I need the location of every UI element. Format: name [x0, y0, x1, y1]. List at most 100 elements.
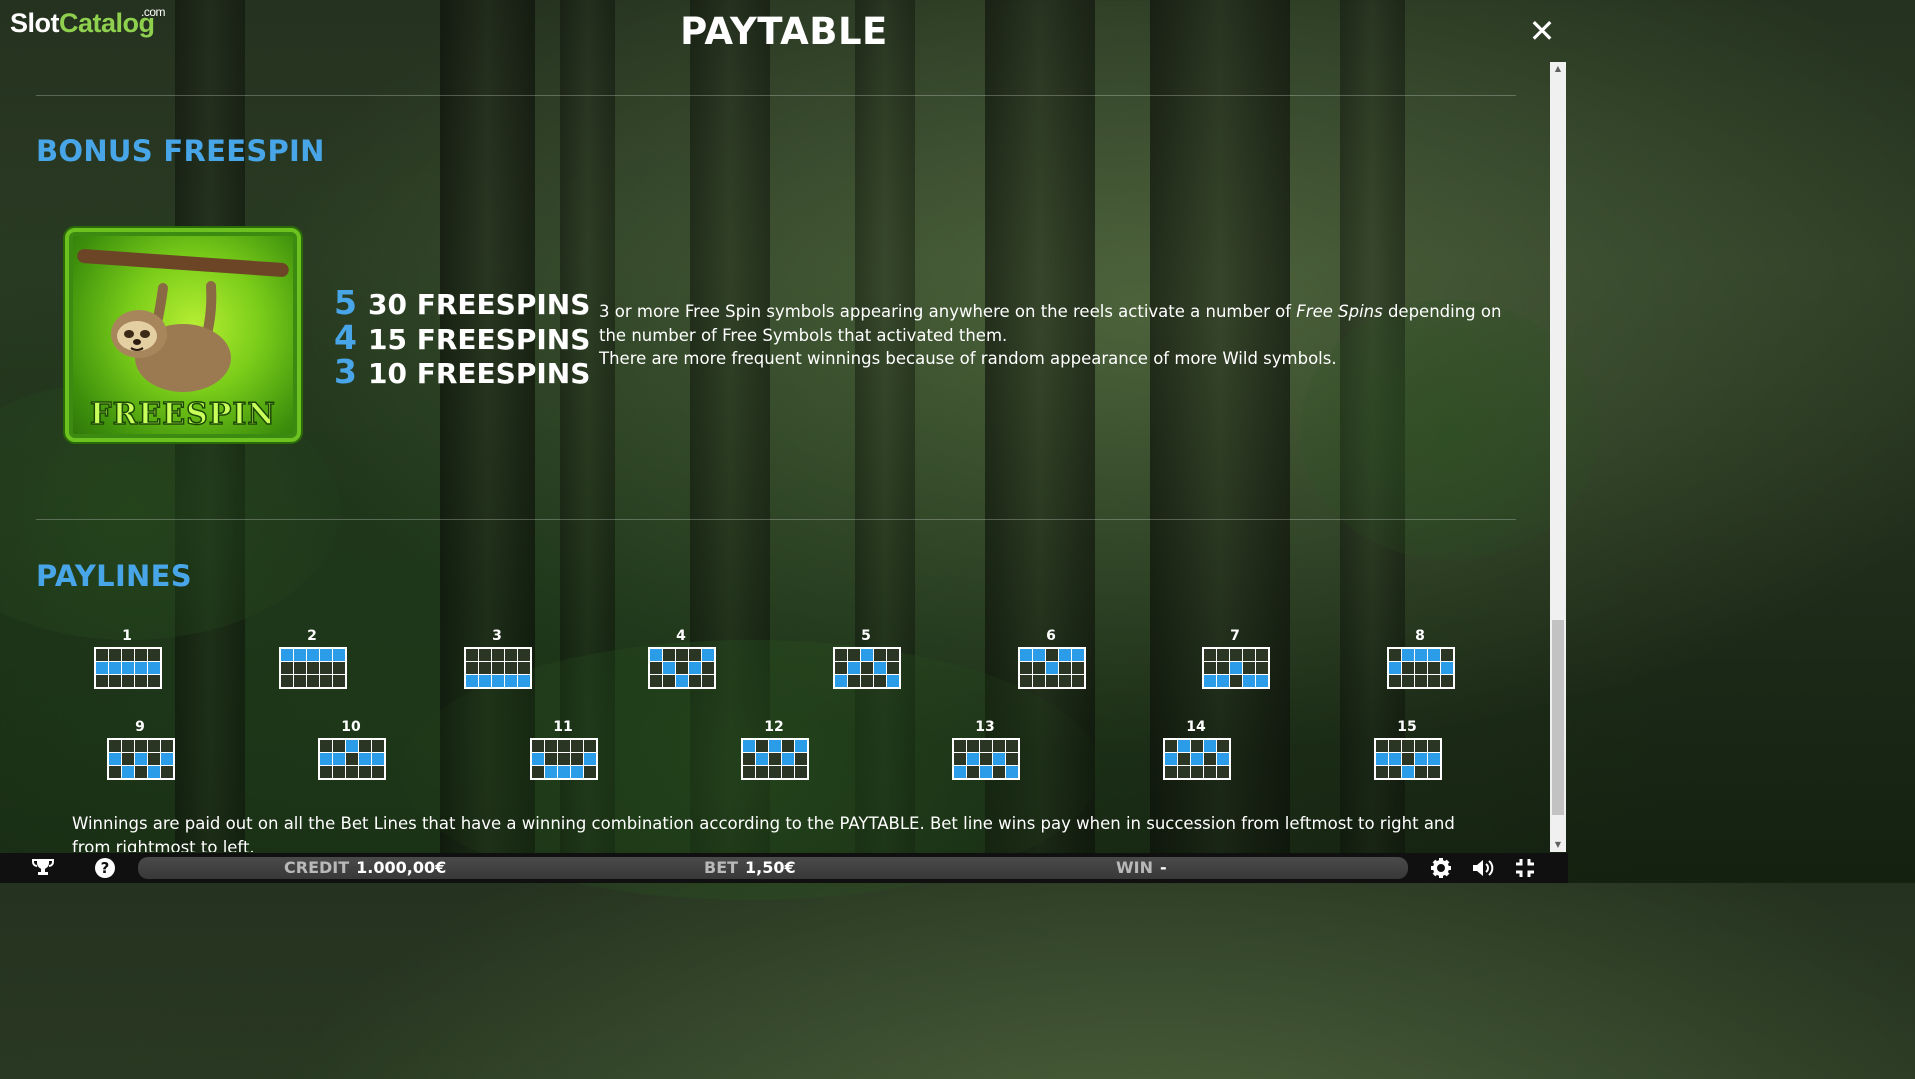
payline-11: 11 [530, 718, 598, 780]
payline-cell [294, 675, 306, 687]
payline-4: 4 [648, 627, 716, 689]
paylines-footnote: Winnings are paid out on all the Bet Lin… [72, 814, 1455, 852]
bet-display: BET 1,50€ [704, 857, 796, 879]
payline-cell-active [333, 649, 345, 661]
payline-cell [663, 675, 675, 687]
payline-cell-active [835, 675, 847, 687]
payline-cell [1178, 753, 1190, 765]
payline-cell-active [1376, 753, 1388, 765]
payline-cell [122, 675, 134, 687]
payline-pattern [94, 647, 162, 689]
freespin-symbol: FREESPIN [65, 228, 301, 442]
payline-pattern [952, 738, 1020, 780]
payline-cell [479, 662, 491, 674]
payline-cell-active [795, 740, 807, 752]
payline-cell [518, 649, 530, 661]
payline-cell [505, 649, 517, 661]
payline-pattern [318, 738, 386, 780]
help-icon[interactable]: ? [93, 857, 117, 879]
payline-cell [993, 766, 1005, 778]
payline-cell [161, 766, 173, 778]
payline-cell [1415, 766, 1427, 778]
payline-cell [835, 649, 847, 661]
payline-cell-active [148, 662, 160, 674]
payline-number: 8 [1415, 628, 1425, 644]
scroll-down-icon[interactable]: ▼ [1550, 838, 1566, 852]
close-icon[interactable]: ✕ [1527, 15, 1557, 47]
branch-shape [76, 248, 290, 278]
payline-cell [359, 766, 371, 778]
payline-cell [954, 740, 966, 752]
payline-cell [1415, 662, 1427, 674]
payline-pattern [530, 738, 598, 780]
payline-cell [1072, 662, 1084, 674]
payline-number: 12 [764, 719, 784, 735]
payline-cell [1178, 766, 1190, 778]
payline-pattern [833, 647, 901, 689]
payline-cell-active [1441, 662, 1453, 674]
bet-label: BET [704, 858, 739, 877]
payline-cell [1428, 740, 1440, 752]
payline-cell [558, 740, 570, 752]
payline-pattern [1387, 647, 1455, 689]
payline-cell-active [96, 662, 108, 674]
payline-cell [795, 766, 807, 778]
payline-cell [874, 649, 886, 661]
scrollbar-thumb[interactable] [1552, 620, 1564, 815]
sloth-icon [111, 281, 231, 392]
payline-cell [756, 740, 768, 752]
payline-cell [980, 753, 992, 765]
payline-cell [135, 649, 147, 661]
payline-number: 2 [307, 628, 317, 644]
payline-cell [1428, 766, 1440, 778]
payline-cell [109, 675, 121, 687]
payline-cell [518, 662, 530, 674]
payline-cell [320, 740, 332, 752]
payline-cell-active [954, 766, 966, 778]
payline-cell-active [993, 753, 1005, 765]
payline-cell-active [1217, 675, 1229, 687]
payline-cell-active [1415, 753, 1427, 765]
payline-cell [663, 649, 675, 661]
pay-row: 3 10 FREESPINS [334, 355, 590, 391]
divider-top [36, 95, 1516, 96]
pay-row: 4 15 FREESPINS [334, 320, 590, 356]
bonus-section-title: BONUS FREESPIN [36, 134, 325, 168]
payline-cell-active [320, 753, 332, 765]
trophy-icon[interactable] [31, 857, 55, 879]
payline-cell [359, 740, 371, 752]
payline-cell-active [1072, 649, 1084, 661]
payline-cell [782, 740, 794, 752]
payline-10: 10 [318, 718, 386, 780]
payline-15: 15 [1374, 718, 1442, 780]
settings-icon[interactable] [1429, 857, 1453, 879]
payline-cell [135, 675, 147, 687]
payline-cell-active [1046, 662, 1058, 674]
payline-cell-active [135, 753, 147, 765]
payline-cell [109, 649, 121, 661]
payline-cell [122, 649, 134, 661]
payline-cell-active [372, 753, 384, 765]
payline-13: 13 [952, 718, 1020, 780]
payline-number: 11 [553, 719, 573, 735]
payline-cell [1204, 753, 1216, 765]
payline-cell [1020, 662, 1032, 674]
payline-pattern [1163, 738, 1231, 780]
payline-pattern [741, 738, 809, 780]
scrollbar[interactable]: ▲ ▼ [1550, 62, 1566, 852]
payline-cell-active [1402, 766, 1414, 778]
payline-cell-active [281, 649, 293, 661]
fullscreen-icon[interactable] [1513, 857, 1537, 879]
scroll-up-icon[interactable]: ▲ [1550, 62, 1566, 76]
sound-icon[interactable] [1471, 857, 1495, 879]
payline-cell [148, 753, 160, 765]
payline-cell [1376, 740, 1388, 752]
payline-cell [320, 766, 332, 778]
payline-cell [874, 675, 886, 687]
payline-cell [689, 675, 701, 687]
bonus-description-line1: 3 or more Free Spin symbols appearing an… [599, 300, 1519, 347]
payline-cell [505, 662, 517, 674]
payline-cell-active [743, 740, 755, 752]
payline-cell [545, 740, 557, 752]
payline-cell [333, 740, 345, 752]
